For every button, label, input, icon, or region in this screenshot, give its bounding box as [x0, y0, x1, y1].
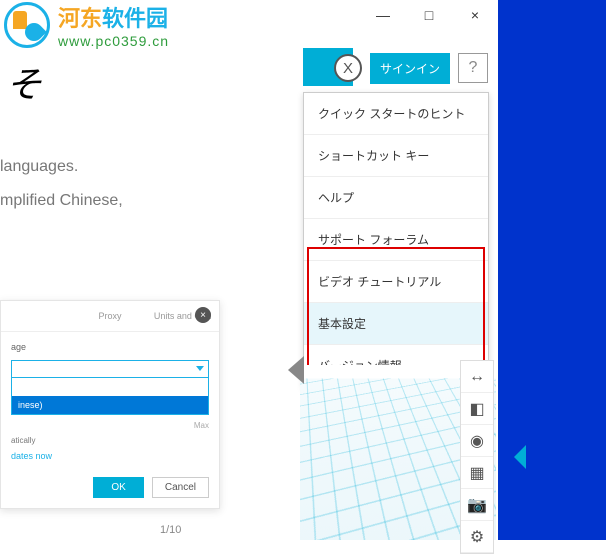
tab-general[interactable]: [1, 301, 74, 331]
menu-shortcuts[interactable]: ショートカット キー: [304, 135, 488, 177]
visibility-tool-icon[interactable]: ◉: [461, 425, 493, 457]
text-line-1: languages.: [0, 150, 300, 184]
minimize-button[interactable]: —: [360, 0, 406, 30]
logo-text-1: 河东: [58, 6, 102, 31]
cancel-button[interactable]: Cancel: [152, 477, 209, 498]
settings-dialog: × Proxy Units and Grid age inese) Max at…: [0, 300, 220, 509]
menu-help[interactable]: ヘルプ: [304, 177, 488, 219]
side-blue-strip: [498, 0, 606, 540]
settings-tool-icon[interactable]: ⚙: [461, 521, 493, 553]
maximize-button[interactable]: □: [406, 0, 452, 30]
logo-text-2: 软件园: [102, 6, 168, 31]
page-indicator: 1/10: [160, 524, 181, 536]
language-select-options[interactable]: inese): [11, 377, 209, 415]
auto-update-label: atically: [11, 436, 209, 445]
right-toolbar: ↔ ◧ ◉ ▦ 📷 ⚙: [460, 360, 494, 554]
panel-expand-handle[interactable]: [288, 356, 304, 384]
language-option-chinese[interactable]: inese): [12, 396, 208, 414]
close-button[interactable]: ×: [452, 0, 498, 30]
menu-support-forum[interactable]: サポート フォーラム: [304, 219, 488, 261]
menu-preferences[interactable]: 基本設定: [304, 303, 488, 345]
dialog-close-icon[interactable]: ×: [195, 307, 211, 323]
help-button[interactable]: ?: [458, 53, 488, 83]
cube-tool-icon[interactable]: ◧: [461, 393, 493, 425]
decorative-glyph: そ: [6, 56, 42, 108]
check-updates-link[interactable]: dates now: [11, 451, 209, 461]
menu-quickstart[interactable]: クイック スタートのヒント: [304, 93, 488, 135]
max-label: Max: [11, 421, 209, 430]
language-select[interactable]: [11, 360, 209, 378]
window-controls: — □ ×: [360, 0, 498, 30]
language-label: age: [11, 342, 209, 352]
background-content: languages. mplified Chinese,: [0, 140, 300, 217]
top-bar: X サインイン ?: [0, 48, 498, 88]
site-watermark: 河东软件园 www.pc0359.cn: [0, 0, 169, 50]
logo-icon: [4, 2, 50, 48]
text-line-2: mplified Chinese,: [0, 184, 300, 218]
tab-proxy[interactable]: Proxy: [74, 301, 147, 331]
logo-url: www.pc0359.cn: [58, 33, 169, 49]
help-dropdown-menu: クイック スタートのヒント ショートカット キー ヘルプ サポート フォーラム …: [303, 92, 489, 388]
signin-button[interactable]: サインイン: [370, 53, 450, 84]
menu-video-tutorial[interactable]: ビデオ チュートリアル: [304, 261, 488, 303]
ok-button[interactable]: OK: [93, 477, 143, 498]
camera-tool-icon[interactable]: 📷: [461, 489, 493, 521]
grid-tool-icon[interactable]: ▦: [461, 457, 493, 489]
move-tool-icon[interactable]: ↔: [461, 361, 493, 393]
overlay-close-button[interactable]: X: [334, 54, 362, 82]
